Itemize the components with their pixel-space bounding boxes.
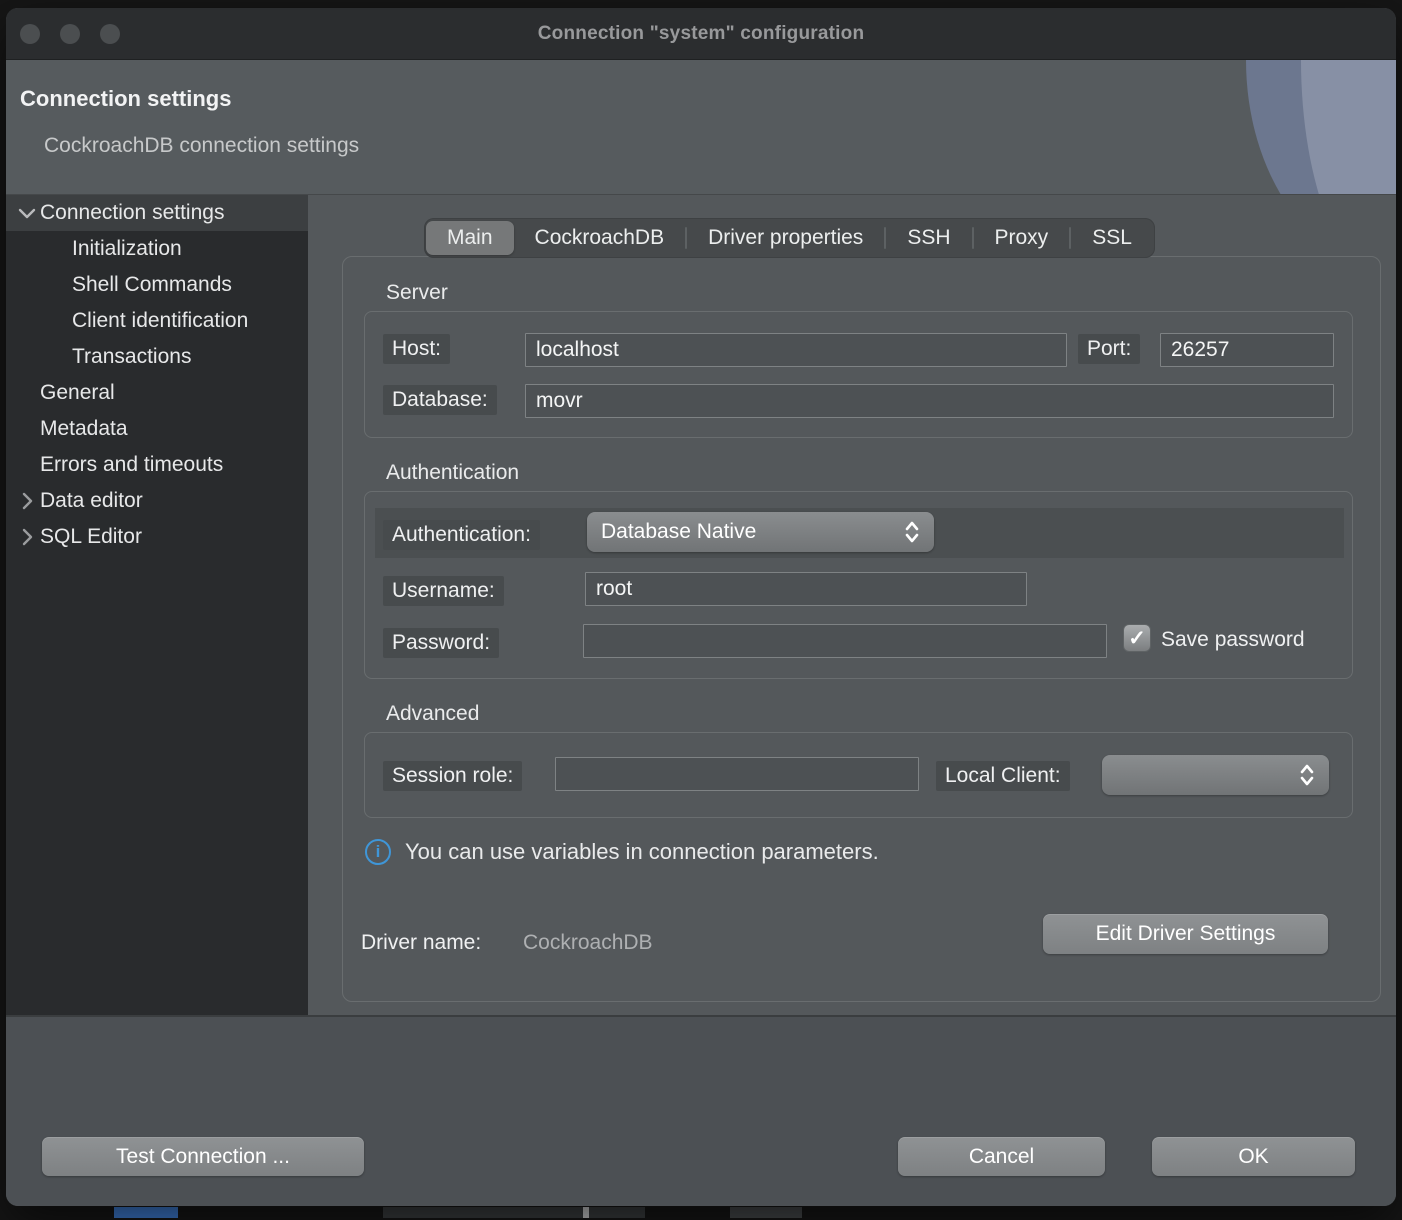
minimize-button[interactable] xyxy=(60,24,80,44)
background-app-fragment xyxy=(383,1207,645,1218)
advanced-group-label: Advanced xyxy=(386,702,479,726)
authentication-select-value: Database Native xyxy=(601,520,904,544)
authentication-group-label: Authentication xyxy=(386,461,519,485)
window-title: Connection "system" configuration xyxy=(538,23,865,45)
info-icon: i xyxy=(365,839,391,865)
sidebar-item-sql-editor[interactable]: SQL Editor xyxy=(6,519,308,555)
username-label: Username: xyxy=(383,576,504,606)
driver-name-value: CockroachDB xyxy=(523,931,653,955)
close-button[interactable] xyxy=(20,24,40,44)
database-label: Database: xyxy=(383,385,497,415)
background-app-fragment xyxy=(730,1207,802,1218)
username-input[interactable] xyxy=(585,572,1027,606)
sidebar-item-label: Transactions xyxy=(72,345,191,369)
sidebar-item-label: Client identification xyxy=(72,309,248,333)
sidebar-item-shell-commands[interactable]: Shell Commands xyxy=(6,267,308,303)
sidebar-item-transactions[interactable]: Transactions xyxy=(6,339,308,375)
main-settings-area: Main CockroachDB Driver properties SSH P… xyxy=(308,195,1396,1015)
page-subtitle: CockroachDB connection settings xyxy=(44,134,359,158)
select-chevrons-icon xyxy=(904,520,920,544)
driver-name-label: Driver name: xyxy=(361,931,481,955)
sidebar-item-initialization[interactable]: Initialization xyxy=(6,231,308,267)
driver-row: Driver name: CockroachDB Edit Driver Set… xyxy=(361,923,1364,967)
settings-tree: Connection settings Initialization Shell… xyxy=(6,195,308,1015)
cancel-button[interactable]: Cancel xyxy=(898,1137,1105,1176)
sidebar-item-client-identification[interactable]: Client identification xyxy=(6,303,308,339)
decorative-swoosh xyxy=(1301,60,1396,195)
port-input[interactable] xyxy=(1160,333,1334,367)
edit-driver-settings-button[interactable]: Edit Driver Settings xyxy=(1043,914,1328,954)
session-role-label: Session role: xyxy=(383,761,522,791)
info-row: i You can use variables in connection pa… xyxy=(365,839,879,865)
password-label: Password: xyxy=(383,628,499,658)
test-connection-button[interactable]: Test Connection ... xyxy=(42,1137,364,1176)
main-tab-panel: Server Host: Port: Database: Authenticat… xyxy=(342,256,1381,1002)
select-chevrons-icon xyxy=(1299,763,1315,787)
page-title: Connection settings xyxy=(20,86,231,112)
tab-proxy[interactable]: Proxy xyxy=(974,221,1070,255)
local-client-label: Local Client: xyxy=(936,761,1070,791)
advanced-group: Session role: Local Client: xyxy=(364,732,1353,818)
sidebar-item-label: General xyxy=(40,381,115,405)
authentication-group: Authentication: Database Native Username… xyxy=(364,491,1353,679)
zoom-button[interactable] xyxy=(100,24,120,44)
database-input[interactable] xyxy=(525,384,1334,418)
chevron-down-icon[interactable] xyxy=(14,207,40,219)
sidebar-item-label: Metadata xyxy=(40,417,128,441)
sidebar-item-errors-and-timeouts[interactable]: Errors and timeouts xyxy=(6,447,308,483)
chevron-right-icon[interactable] xyxy=(14,528,40,546)
ok-button[interactable]: OK xyxy=(1152,1137,1355,1176)
server-group-label: Server xyxy=(386,281,448,305)
background-app-fragment xyxy=(583,1207,589,1218)
tab-ssl[interactable]: SSL xyxy=(1071,221,1153,255)
dialog-footer: Test Connection ... Cancel OK xyxy=(6,1017,1396,1206)
chevron-right-icon[interactable] xyxy=(14,492,40,510)
sidebar-item-label: Shell Commands xyxy=(72,273,232,297)
info-message: You can use variables in connection para… xyxy=(405,839,879,865)
sidebar-item-label: Errors and timeouts xyxy=(40,453,223,477)
tab-cockroachdb[interactable]: CockroachDB xyxy=(514,221,686,255)
session-role-input[interactable] xyxy=(555,757,919,791)
tab-ssh[interactable]: SSH xyxy=(886,221,971,255)
host-label: Host: xyxy=(383,334,450,364)
save-password-checkbox[interactable]: ✓ xyxy=(1123,624,1151,652)
background-app-fragment xyxy=(114,1207,178,1218)
authentication-label: Authentication: xyxy=(383,520,540,550)
sidebar-item-metadata[interactable]: Metadata xyxy=(6,411,308,447)
sidebar-item-label: Data editor xyxy=(40,489,143,513)
password-input[interactable] xyxy=(583,624,1107,658)
dialog-header: Connection settings CockroachDB connecti… xyxy=(6,60,1396,195)
save-password-label: Save password xyxy=(1161,628,1339,652)
local-client-select[interactable] xyxy=(1102,755,1329,795)
window-controls xyxy=(20,8,120,59)
sidebar-item-label: Initialization xyxy=(72,237,182,261)
sidebar-item-label: SQL Editor xyxy=(40,525,142,549)
port-label: Port: xyxy=(1078,334,1140,364)
sidebar-item-label: Connection settings xyxy=(40,201,224,225)
server-group: Host: Port: Database: xyxy=(364,311,1353,438)
check-icon: ✓ xyxy=(1128,628,1146,649)
host-input[interactable] xyxy=(525,333,1067,367)
sidebar-item-data-editor[interactable]: Data editor xyxy=(6,483,308,519)
tab-driver-properties[interactable]: Driver properties xyxy=(687,221,884,255)
tab-main[interactable]: Main xyxy=(426,221,514,255)
authentication-select[interactable]: Database Native xyxy=(587,512,934,552)
connection-configuration-dialog: Connection "system" configuration Connec… xyxy=(6,8,1396,1206)
sidebar-item-connection-settings[interactable]: Connection settings xyxy=(6,195,308,231)
title-bar: Connection "system" configuration xyxy=(6,8,1396,60)
connection-tabs: Main CockroachDB Driver properties SSH P… xyxy=(424,218,1155,258)
sidebar-item-general[interactable]: General xyxy=(6,375,308,411)
